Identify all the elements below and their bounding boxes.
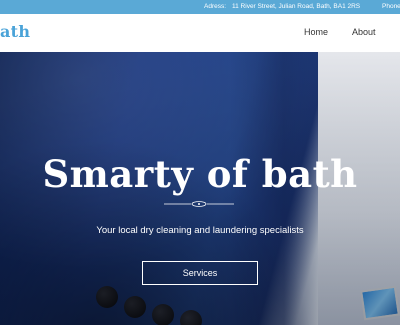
address-label: Adress: [204,3,227,10]
services-button[interactable]: Services [142,261,258,285]
site-logo[interactable]: ath [0,22,30,41]
hero-banner: Smarty of bath Your local dry cleaning a… [0,52,400,325]
hero-tagline: Your local dry cleaning and laundering s… [96,225,304,236]
phone-label: Phone [382,3,400,10]
site-header: ath Home About [0,14,400,52]
top-info-bar: Adress: 11 River Street, Julian Road, Ba… [0,0,400,14]
nav-link-about[interactable]: About [352,27,376,37]
hero-title: Smarty of bath [42,152,358,196]
nav-link-home[interactable]: Home [304,27,328,37]
ornament-divider-icon [164,201,234,207]
address-value: 11 River Street, Julian Road, Bath, BA1 … [232,3,361,10]
